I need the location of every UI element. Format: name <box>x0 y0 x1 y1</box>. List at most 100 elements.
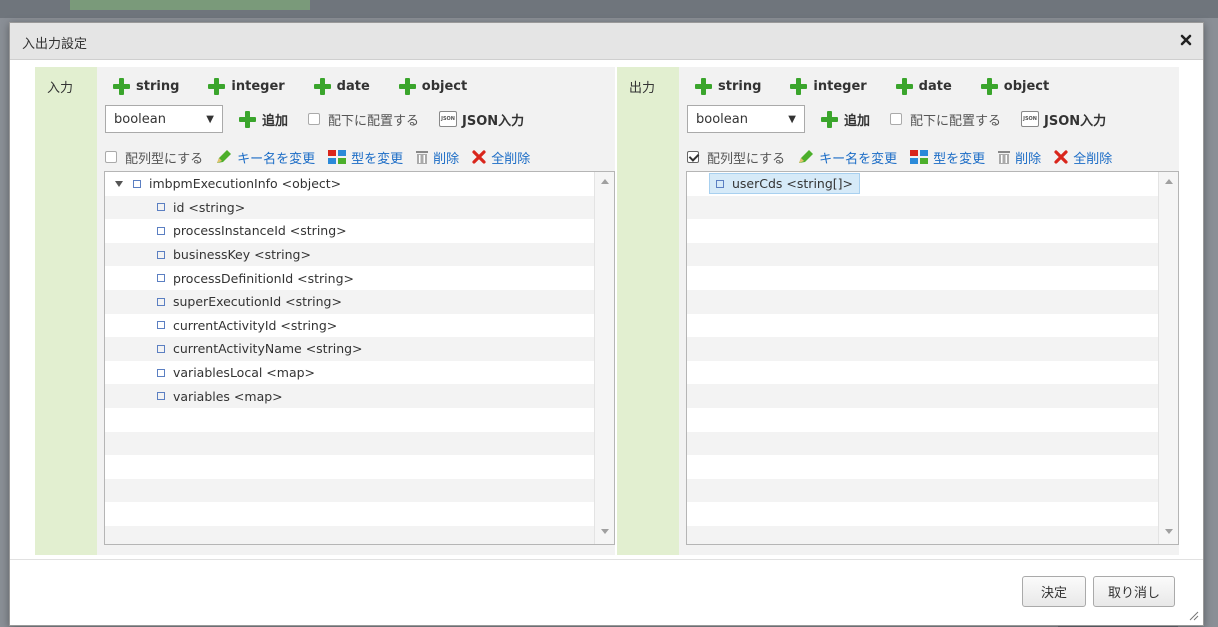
tree-row-empty <box>105 408 594 432</box>
tree-row[interactable]: userCds <string[]> <box>687 172 1158 196</box>
input-delete-button[interactable]: 削除 <box>415 148 459 167</box>
expand-triangle-icon[interactable] <box>115 180 123 187</box>
plus-icon <box>398 77 416 95</box>
tree-row-empty <box>687 384 1158 408</box>
input-tree[interactable]: imbpmExecutionInfo <object> id <string> … <box>104 171 615 545</box>
tree-row-empty <box>687 289 1158 314</box>
convert-icon <box>910 150 929 164</box>
output-add-date-button[interactable]: date <box>895 77 952 95</box>
output-content: string integer date object boolean ▼ 追加 … <box>679 67 1179 555</box>
cancel-button[interactable]: 取り消し <box>1093 576 1175 607</box>
tree-row-empty <box>105 502 594 526</box>
selected-tree-node[interactable]: userCds <string[]> <box>709 173 860 195</box>
output-add-string-button[interactable]: string <box>695 77 761 95</box>
tree-row[interactable]: imbpmExecutionInfo <object> <box>105 172 594 196</box>
checkbox-icon <box>890 113 903 125</box>
input-array-checkbox[interactable]: 配列型にする <box>105 148 203 167</box>
node-icon <box>157 250 165 259</box>
scroll-up-icon[interactable] <box>601 179 609 184</box>
output-array-checkbox[interactable]: 配列型にする <box>687 148 785 167</box>
convert-icon <box>328 150 347 164</box>
tree-row[interactable]: currentActivityName <string> <box>105 337 594 361</box>
tree-row-empty <box>687 525 1158 544</box>
input-type-select[interactable]: boolean ▼ <box>105 105 223 133</box>
input-label-column: 入力 <box>35 67 97 555</box>
tree-row[interactable]: superExecutionId <string> <box>105 289 594 314</box>
checkbox-checked-icon <box>687 151 699 163</box>
node-icon <box>157 203 165 212</box>
plus-icon <box>821 110 838 128</box>
tree-row[interactable]: variables <map> <box>105 384 594 408</box>
scroll-up-icon[interactable] <box>1165 179 1173 184</box>
input-rename-button[interactable]: キー名を変更 <box>215 148 315 167</box>
input-add-string-button[interactable]: string <box>113 77 179 95</box>
trash-icon <box>416 151 429 164</box>
dialog-title: 入出力設定 <box>22 37 88 52</box>
output-tree[interactable]: userCds <string[]> <box>686 171 1179 545</box>
close-icon[interactable] <box>1177 31 1195 49</box>
scroll-down-icon[interactable] <box>1165 529 1173 534</box>
input-add-date-button[interactable]: date <box>313 77 370 95</box>
input-delete-all-button[interactable]: 全削除 <box>471 148 530 167</box>
caret-down-icon: ▼ <box>788 113 796 125</box>
output-add-button[interactable]: 追加 <box>821 110 870 129</box>
input-content: string integer date object boolean ▼ 追加 … <box>97 67 615 555</box>
plus-icon <box>980 77 998 95</box>
output-tree-scrollbar[interactable] <box>1158 172 1178 544</box>
resize-grip-icon[interactable] <box>1189 611 1199 621</box>
output-rename-button[interactable]: キー名を変更 <box>797 148 897 167</box>
dialog-titlebar[interactable]: 入出力設定 <box>10 23 1203 60</box>
trash-icon <box>998 151 1011 164</box>
input-add-object-button[interactable]: object <box>398 77 467 95</box>
node-icon <box>157 392 165 401</box>
plus-icon <box>313 77 331 95</box>
output-place-under-checkbox[interactable]: 配下に配置する <box>890 110 1001 129</box>
input-place-under-checkbox[interactable]: 配下に配置する <box>308 110 419 129</box>
input-add-button[interactable]: 追加 <box>239 110 288 129</box>
tree-row-empty <box>687 455 1158 479</box>
pencil-icon <box>799 150 814 163</box>
tree-row-empty <box>105 455 594 479</box>
node-icon <box>157 368 165 377</box>
input-change-type-button[interactable]: 型を変更 <box>327 148 403 167</box>
node-icon <box>157 226 165 235</box>
tree-row[interactable]: processDefinitionId <string> <box>105 266 594 290</box>
output-json-button[interactable]: JSON JSON入力 <box>1021 110 1106 129</box>
tree-row[interactable]: currentActivityId <string> <box>105 314 594 338</box>
input-type-buttons: string integer date object <box>113 75 496 97</box>
output-add-object-button[interactable]: object <box>980 77 1049 95</box>
input-label: 入力 <box>47 81 74 96</box>
output-delete-button[interactable]: 削除 <box>997 148 1041 167</box>
output-add-row: boolean ▼ 追加 配下に配置する JSON JSON入力 <box>687 105 1106 133</box>
io-settings-dialog: 入出力設定 入力 string integer date object bool… <box>9 22 1204 626</box>
tree-row[interactable]: id <string> <box>105 195 594 220</box>
input-tree-scrollbar[interactable] <box>594 172 614 544</box>
input-json-button[interactable]: JSON JSON入力 <box>439 110 524 129</box>
tree-row[interactable]: variablesLocal <map> <box>105 361 594 385</box>
plus-icon <box>895 77 913 95</box>
tree-row-empty <box>687 195 1158 220</box>
tree-row-empty <box>687 219 1158 243</box>
tree-row-empty <box>687 337 1158 361</box>
ok-button[interactable]: 決定 <box>1022 576 1086 607</box>
output-type-select[interactable]: boolean ▼ <box>687 105 805 133</box>
tree-row-empty <box>687 478 1158 503</box>
plus-icon <box>239 110 256 128</box>
input-action-row: 配列型にする キー名を変更 型を変更 削除 全削除 <box>105 147 542 167</box>
output-change-type-button[interactable]: 型を変更 <box>909 148 985 167</box>
node-icon <box>133 179 141 188</box>
tree-row[interactable]: businessKey <string> <box>105 242 594 267</box>
output-type-buttons: string integer date object <box>695 75 1078 97</box>
tree-row-empty <box>687 502 1158 526</box>
input-add-integer-button[interactable]: integer <box>208 77 285 95</box>
tree-row-empty <box>687 242 1158 267</box>
plus-icon <box>695 77 712 95</box>
node-icon <box>157 297 165 306</box>
output-add-integer-button[interactable]: integer <box>790 77 867 95</box>
tree-row[interactable]: processInstanceId <string> <box>105 219 594 243</box>
checkbox-icon <box>308 113 321 125</box>
node-icon <box>157 274 165 283</box>
output-panel: 出力 string integer date object boolean ▼ … <box>617 67 1179 555</box>
output-delete-all-button[interactable]: 全削除 <box>1053 148 1112 167</box>
scroll-down-icon[interactable] <box>601 529 609 534</box>
